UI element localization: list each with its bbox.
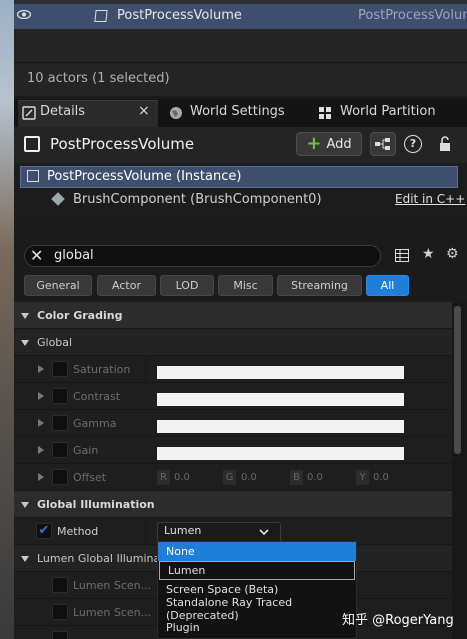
actor-title: PostProcessVolume — [50, 135, 195, 153]
settings-gear-icon[interactable]: ⚙ — [446, 246, 459, 262]
override-checkbox[interactable] — [52, 631, 68, 639]
override-checkbox[interactable] — [52, 361, 68, 377]
outliner-actor-name: PostProcessVolume — [117, 8, 242, 23]
gamma-color-bar[interactable] — [157, 420, 404, 433]
filter-lod[interactable]: LOD — [160, 275, 214, 296]
tab-world-partition-label: World Partition — [340, 104, 436, 119]
post-process-volume-icon — [24, 136, 40, 152]
override-checkbox[interactable] — [52, 469, 68, 485]
table-view-icon[interactable] — [395, 249, 409, 262]
offset-g-label: G — [223, 470, 236, 485]
grid-icon — [319, 107, 331, 119]
add-component-button[interactable]: + Add — [296, 132, 362, 156]
filter-actor[interactable]: Actor — [97, 275, 156, 296]
globe-icon — [170, 107, 182, 119]
subcategory-global-label: Global — [37, 336, 73, 349]
search-value: global — [54, 248, 94, 263]
plus-icon: + — [306, 133, 322, 154]
favorite-star-icon[interactable]: ★ — [422, 246, 435, 262]
property-offset-label: Offset — [73, 471, 107, 484]
override-checkbox[interactable] — [52, 388, 68, 404]
tab-world-settings-label: World Settings — [190, 104, 285, 119]
contrast-color-bar[interactable] — [157, 393, 404, 406]
details-icon — [22, 106, 36, 120]
gain-color-bar[interactable] — [157, 447, 404, 460]
property-lumen-scene-2-label: Lumen Scen... — [73, 606, 152, 619]
override-checkbox[interactable] — [52, 604, 68, 620]
expand-arrow-icon[interactable] — [38, 365, 44, 373]
expand-arrow-icon[interactable] — [38, 446, 44, 454]
tab-details-label: Details — [40, 104, 86, 119]
method-option-none[interactable]: None — [158, 542, 356, 561]
edit-in-cpp-link[interactable]: Edit in C++ — [395, 192, 465, 206]
subcategory-lumen-gi-label: Lumen Global Illumina — [37, 552, 161, 565]
filter-general[interactable]: General — [24, 275, 92, 296]
divider — [14, 62, 467, 63]
actor-count: 10 actors (1 selected) — [27, 71, 170, 86]
category-global-illumination-label: Global Illumination — [37, 498, 155, 511]
filter-misc[interactable]: Misc — [218, 275, 273, 296]
offset-r-label: R — [157, 470, 170, 485]
override-checkbox[interactable] — [52, 415, 68, 431]
property-gain-label: Gain — [73, 444, 99, 457]
component-brush-label: BrushComponent (BrushComponent0) — [73, 192, 322, 207]
method-option-lumen[interactable]: Lumen — [159, 561, 355, 580]
subcategory-global[interactable] — [14, 329, 452, 356]
method-dropdown-value: Lumen — [164, 524, 202, 537]
collapse-arrow-icon[interactable] — [21, 313, 29, 319]
collapse-arrow-icon[interactable] — [21, 502, 29, 508]
chevron-down-icon — [259, 529, 269, 536]
offset-b-value[interactable]: 0.0 — [307, 472, 323, 483]
offset-r-value[interactable]: 0.0 — [174, 472, 190, 483]
category-color-grading-label: Color Grading — [37, 309, 123, 322]
collapse-arrow-icon[interactable] — [21, 340, 29, 346]
component-instance-label: PostProcessVolume (Instance) — [47, 169, 242, 184]
scrollbar-thumb[interactable] — [454, 306, 461, 454]
property-method-label: Method — [57, 525, 99, 538]
close-icon[interactable]: × — [138, 103, 150, 119]
outliner-actor-type: PostProcessVolum — [358, 8, 467, 23]
property-gamma-label: Gamma — [73, 417, 117, 430]
post-process-volume-icon — [94, 10, 108, 22]
post-process-volume-icon — [27, 170, 39, 182]
collapse-arrow-icon[interactable] — [21, 556, 29, 562]
expand-arrow-icon[interactable] — [38, 419, 44, 427]
eye-icon[interactable] — [17, 10, 31, 19]
property-contrast-label: Contrast — [73, 390, 121, 403]
property-lumen-scene-1-label: Lumen Scen... — [73, 579, 152, 592]
override-checkbox[interactable] — [52, 577, 68, 593]
method-dropdown-menu: None Lumen Screen Space (Beta) Standalon… — [157, 541, 357, 639]
method-option-standalone-ray-traced[interactable]: Standalone Ray Traced (Deprecated) — [158, 596, 356, 622]
override-checkbox[interactable] — [52, 442, 68, 458]
clear-search-icon[interactable]: ✕ — [30, 246, 43, 265]
filter-streaming[interactable]: Streaming — [277, 275, 362, 296]
tab-details[interactable] — [18, 100, 158, 127]
property-saturation-label: Saturation — [73, 363, 131, 376]
expand-arrow-icon[interactable] — [38, 392, 44, 400]
viewport-edge — [0, 0, 14, 639]
method-override-checkbox[interactable]: ✔ — [36, 523, 52, 539]
filter-all[interactable]: All — [366, 275, 409, 296]
offset-g-value[interactable]: 0.0 — [241, 472, 257, 483]
add-button-label: Add — [326, 136, 352, 152]
help-icon[interactable]: ? — [404, 135, 422, 153]
blueprint-icon[interactable] — [370, 132, 396, 156]
offset-y-value[interactable]: 0.0 — [373, 472, 389, 483]
offset-y-label: Y — [356, 470, 369, 485]
editor-panel: PostProcessVolume PostProcessVolum 10 ac… — [0, 0, 467, 639]
offset-b-label: B — [290, 470, 303, 485]
lock-icon[interactable] — [438, 136, 452, 152]
watermark: 知乎 @RogerYang — [342, 613, 454, 628]
expand-arrow-icon[interactable] — [38, 473, 44, 481]
saturation-color-bar[interactable] — [157, 366, 404, 379]
